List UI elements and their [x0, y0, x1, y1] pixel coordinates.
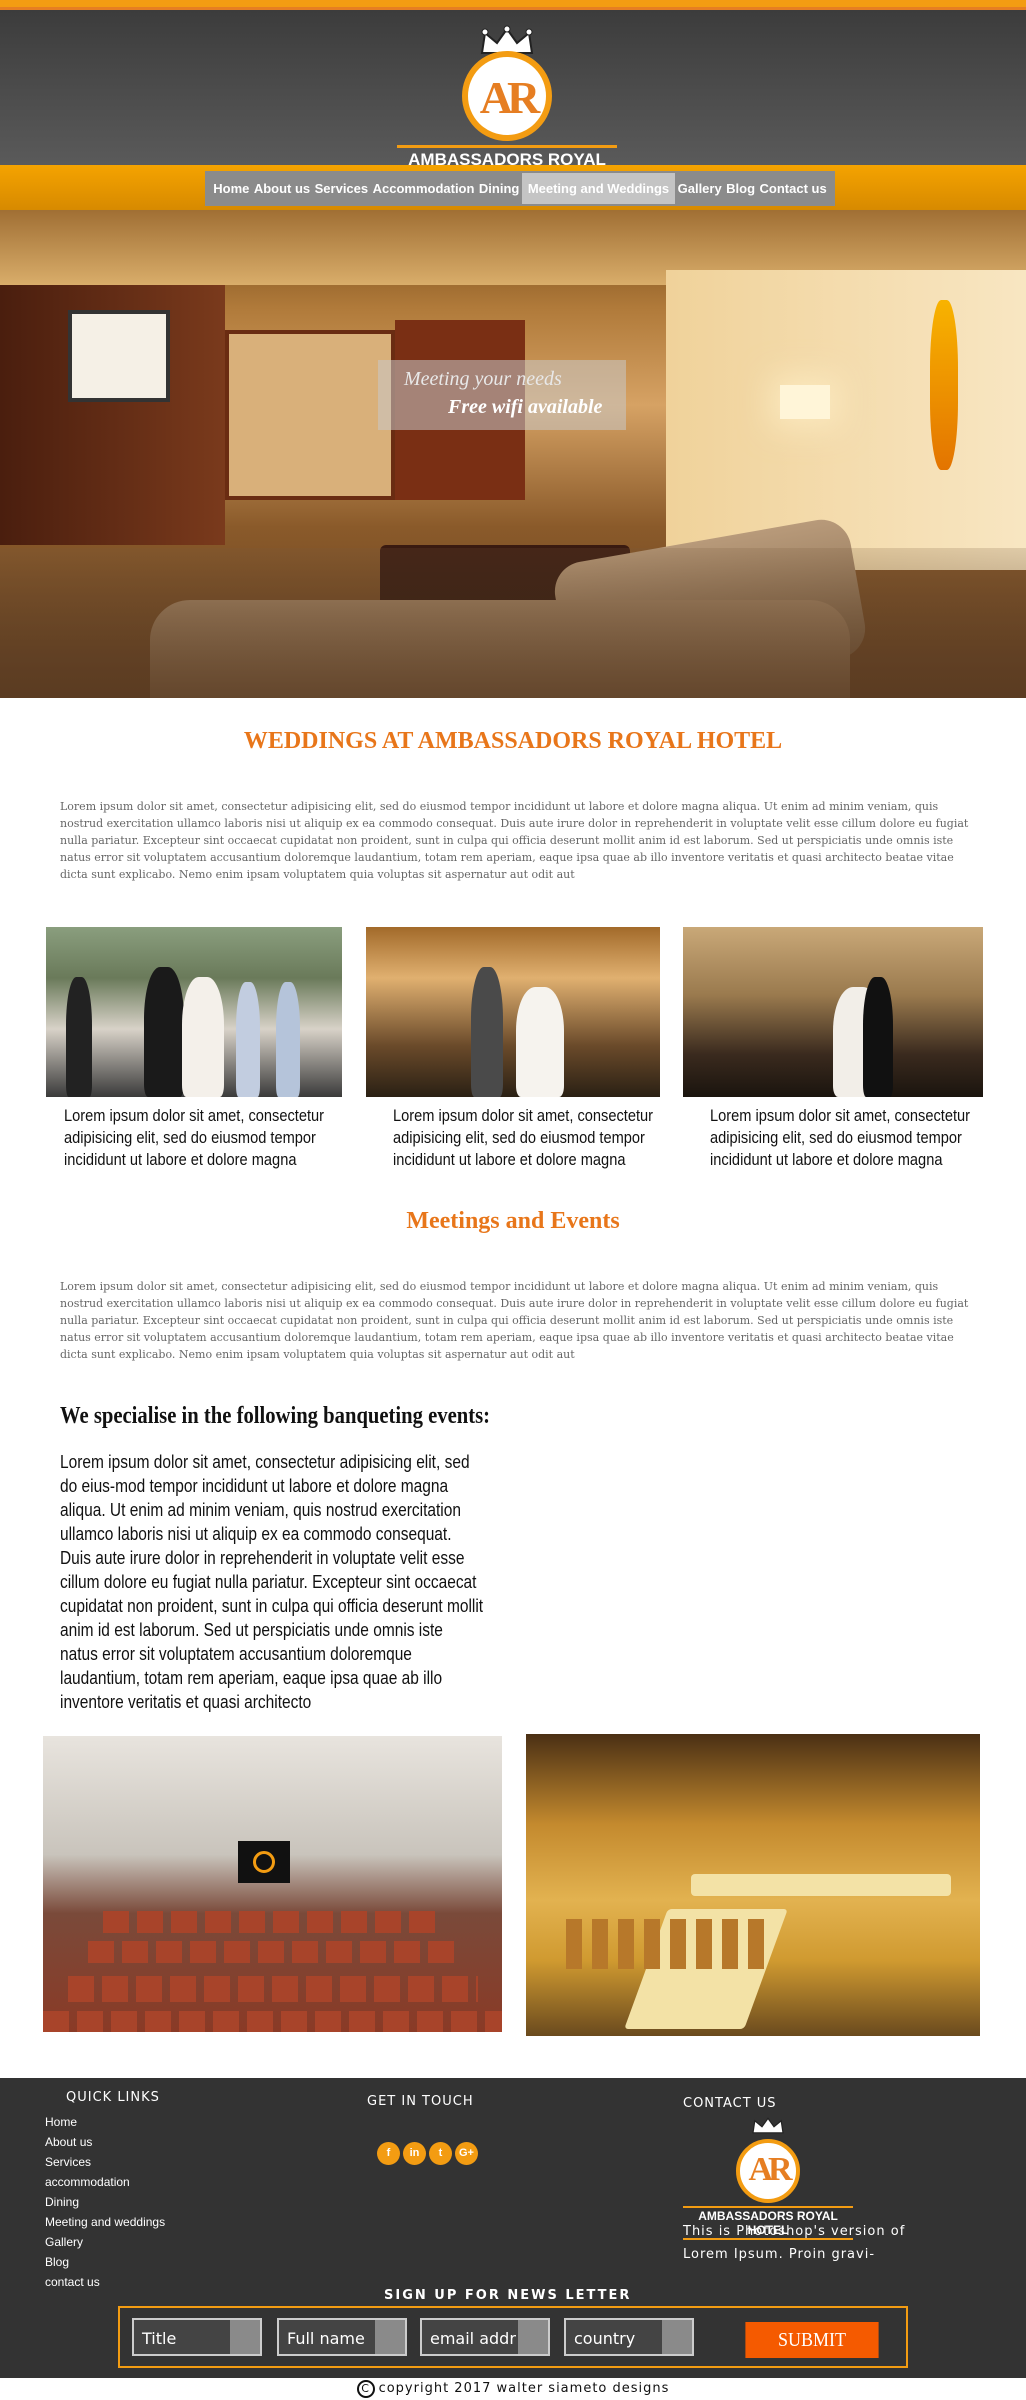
nav-blog[interactable]: Blog — [724, 173, 757, 204]
nav-contact-us[interactable]: Contact us — [758, 173, 829, 204]
footer-link-about-us[interactable]: About us — [45, 2132, 165, 2152]
hero-bedroom — [225, 330, 395, 500]
banquet-room-photo[interactable] — [526, 1734, 980, 2036]
bridesmaid-figure — [236, 982, 260, 1097]
title-field-dropdown[interactable] — [230, 2320, 260, 2354]
bridesmaid-figure — [276, 982, 300, 1097]
footer-logo-badge: AR — [736, 2139, 800, 2203]
chair-row — [566, 1919, 766, 1969]
email-field-value: email addr — [430, 2329, 516, 2348]
conference-room-photo[interactable] — [43, 1736, 502, 2032]
submit-button[interactable]: SUBMIT — [745, 2322, 879, 2358]
quick-links-list: Home About us Services accommodation Din… — [45, 2112, 165, 2292]
site-header: AR AMBASSADORS ROYAL HOTEL — [0, 10, 1026, 195]
footer-link-contact-us[interactable]: contact us — [45, 2272, 165, 2292]
groom-figure — [863, 977, 893, 1097]
title-field-value: Title — [142, 2329, 177, 2348]
bride-figure — [182, 977, 224, 1097]
nav-about-us[interactable]: About us — [252, 173, 312, 204]
newsletter-heading: SIGN UP FOR NEWS LETTER — [384, 2288, 632, 2303]
copyright-icon: C — [356, 2380, 375, 2398]
copyright-text: copyright 2017 walter siameto designs — [378, 2381, 670, 2396]
weddings-title: WEDDINGS AT AMBASSADORS ROYAL HOTEL — [243, 728, 783, 754]
hero-sculpture — [930, 300, 958, 470]
hero-caption-box: Meeting your needs Free wifi available — [378, 360, 626, 430]
newsletter-form: Title Full name email addr country SUBMI… — [118, 2306, 908, 2368]
main-nav: Home About us Services Accommodation Din… — [205, 171, 835, 206]
social-icons: f in t G+ — [377, 2142, 478, 2165]
wedding-caption-3: Lorem ipsum dolor sit amet, consectetur … — [710, 1106, 971, 1169]
nav-gallery[interactable]: Gallery — [676, 173, 724, 204]
wedding-photo-dance[interactable] — [683, 927, 983, 1097]
site-footer: QUICK LINKS Home About us Services accom… — [0, 2078, 1026, 2400]
footer-logo-monogram: AR — [748, 2151, 792, 2188]
country-field[interactable]: country — [564, 2318, 694, 2356]
full-name-field-handle — [375, 2320, 405, 2354]
hero-line-1: Meeting your needs — [404, 368, 562, 390]
projector-screen — [238, 1841, 290, 1883]
full-name-field-value: Full name — [287, 2329, 365, 2348]
hero-right-wall — [666, 270, 1026, 570]
twitter-icon[interactable]: t — [429, 2142, 452, 2165]
google-plus-icon[interactable]: G+ — [455, 2142, 478, 2165]
nav-services[interactable]: Services — [313, 173, 371, 204]
chair-row — [68, 1976, 478, 2002]
banquet-table — [691, 1874, 951, 1896]
hero-lamp — [780, 385, 830, 419]
copyright-bar: Ccopyright 2017 walter siameto designs — [0, 2378, 1026, 2400]
wedding-photo-hall[interactable] — [366, 927, 660, 1097]
country-field-value: country — [574, 2329, 636, 2348]
wedding-photo-group[interactable] — [46, 927, 342, 1097]
bride-figure — [516, 987, 564, 1097]
nav-meeting-and-weddings[interactable]: Meeting and Weddings — [521, 173, 676, 204]
nav-home[interactable]: Home — [211, 173, 251, 204]
footer-link-accommodation[interactable]: accommodation — [45, 2172, 165, 2192]
banquet-paragraph: Lorem ipsum dolor sit amet, consectetur … — [60, 1452, 484, 1712]
groom-figure — [471, 967, 503, 1097]
chair-row — [43, 2011, 502, 2032]
meetings-paragraph: Lorem ipsum dolor sit amet, consectetur … — [60, 1280, 969, 1361]
top-accent-stripe — [0, 0, 1026, 10]
email-field-handle — [518, 2320, 548, 2354]
footer-link-services[interactable]: Services — [45, 2152, 165, 2172]
navigation-bar: Home About us Services Accommodation Din… — [0, 165, 1026, 210]
guest-figure — [66, 977, 92, 1097]
meetings-title: Meetings and Events — [406, 1208, 620, 1234]
chair-row — [88, 1941, 458, 1963]
weddings-paragraph: Lorem ipsum dolor sit amet, consectetur … — [60, 800, 969, 881]
hero-wall-art — [68, 310, 170, 402]
footer-link-gallery[interactable]: Gallery — [45, 2232, 165, 2252]
quick-links-heading: QUICK LINKS — [66, 2090, 160, 2105]
facebook-icon[interactable]: f — [377, 2142, 400, 2165]
nav-dining[interactable]: Dining — [477, 173, 521, 204]
hero-banner-image: Meeting your needs Free wifi available — [0, 210, 1026, 698]
contact-text: This is Photoshop's version of Lorem Ips… — [683, 2224, 906, 2262]
wedding-caption-2: Lorem ipsum dolor sit amet, consectetur … — [393, 1106, 654, 1169]
banquet-heading: We specialise in the following banquetin… — [60, 1403, 491, 1429]
title-field[interactable]: Title — [132, 2318, 262, 2356]
footer-link-blog[interactable]: Blog — [45, 2252, 165, 2272]
hero-floor — [0, 548, 1026, 698]
hotel-logo[interactable]: AR AMBASSADORS ROYAL HOTEL — [395, 25, 619, 195]
logo-monogram: AR — [479, 72, 540, 123]
footer-link-home[interactable]: Home — [45, 2112, 165, 2132]
nav-accommodation[interactable]: Accommodation — [371, 173, 477, 204]
footer-link-meeting-and-weddings[interactable]: Meeting and weddings — [45, 2212, 165, 2232]
groom-figure — [144, 967, 184, 1097]
wedding-caption-1: Lorem ipsum dolor sit amet, consectetur … — [64, 1106, 325, 1169]
crown-icon — [752, 2117, 784, 2134]
linkedin-icon[interactable]: in — [403, 2142, 426, 2165]
chair-row — [103, 1911, 443, 1933]
contact-us-heading: CONTACT US — [683, 2096, 777, 2111]
logo-badge: AR — [462, 51, 552, 141]
hero-line-2: Free wifi available — [448, 396, 603, 418]
get-in-touch-heading: GET IN TOUCH — [367, 2094, 474, 2109]
email-field[interactable]: email addr — [420, 2318, 550, 2356]
full-name-field[interactable]: Full name — [277, 2318, 407, 2356]
country-field-dropdown[interactable] — [662, 2320, 692, 2354]
footer-link-dining[interactable]: Dining — [45, 2192, 165, 2212]
